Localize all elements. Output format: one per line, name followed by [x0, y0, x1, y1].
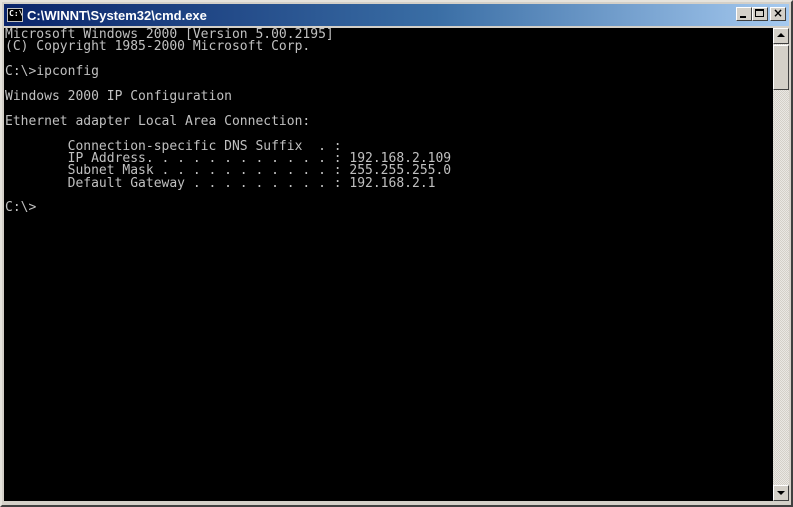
scroll-down-arrow-icon	[777, 491, 785, 495]
window-title: C:\WINNT\System32\cmd.exe	[27, 7, 207, 23]
console-line: Default Gateway . . . . . . . . . : 192.…	[5, 175, 436, 191]
cmd-icon-label: C:\	[9, 9, 23, 18]
minimize-icon	[740, 16, 746, 18]
scroll-up-button[interactable]	[773, 28, 789, 44]
vertical-scrollbar[interactable]	[773, 28, 789, 501]
maximize-button[interactable]	[752, 7, 768, 21]
console-line: (C) Copyright 1985-2000 Microsoft Corp.	[5, 39, 311, 55]
console-line: C:\>ipconfig	[5, 64, 99, 80]
console-prompt-line: C:\>	[5, 200, 37, 216]
window-controls: ×	[736, 7, 786, 21]
console-text: Microsoft Windows 2000 [Version 5.00.219…	[4, 28, 773, 215]
console-line: Ethernet adapter Local Area Connection:	[5, 113, 311, 129]
cmd-window: C:\ C:\WINNT\System32\cmd.exe × Microsof…	[0, 0, 793, 507]
scroll-down-button[interactable]	[773, 485, 789, 501]
close-icon: ×	[772, 6, 784, 20]
title-bar[interactable]: C:\ C:\WINNT\System32\cmd.exe ×	[4, 4, 789, 26]
minimize-button[interactable]	[736, 7, 752, 21]
cmd-icon[interactable]: C:\	[7, 8, 23, 22]
maximize-icon	[755, 9, 764, 17]
console-output-area[interactable]: Microsoft Windows 2000 [Version 5.00.219…	[4, 28, 773, 501]
scroll-thumb[interactable]	[773, 45, 789, 90]
close-button[interactable]: ×	[770, 7, 786, 21]
console-line: Windows 2000 IP Configuration	[5, 88, 232, 104]
scroll-up-arrow-icon	[777, 33, 785, 37]
